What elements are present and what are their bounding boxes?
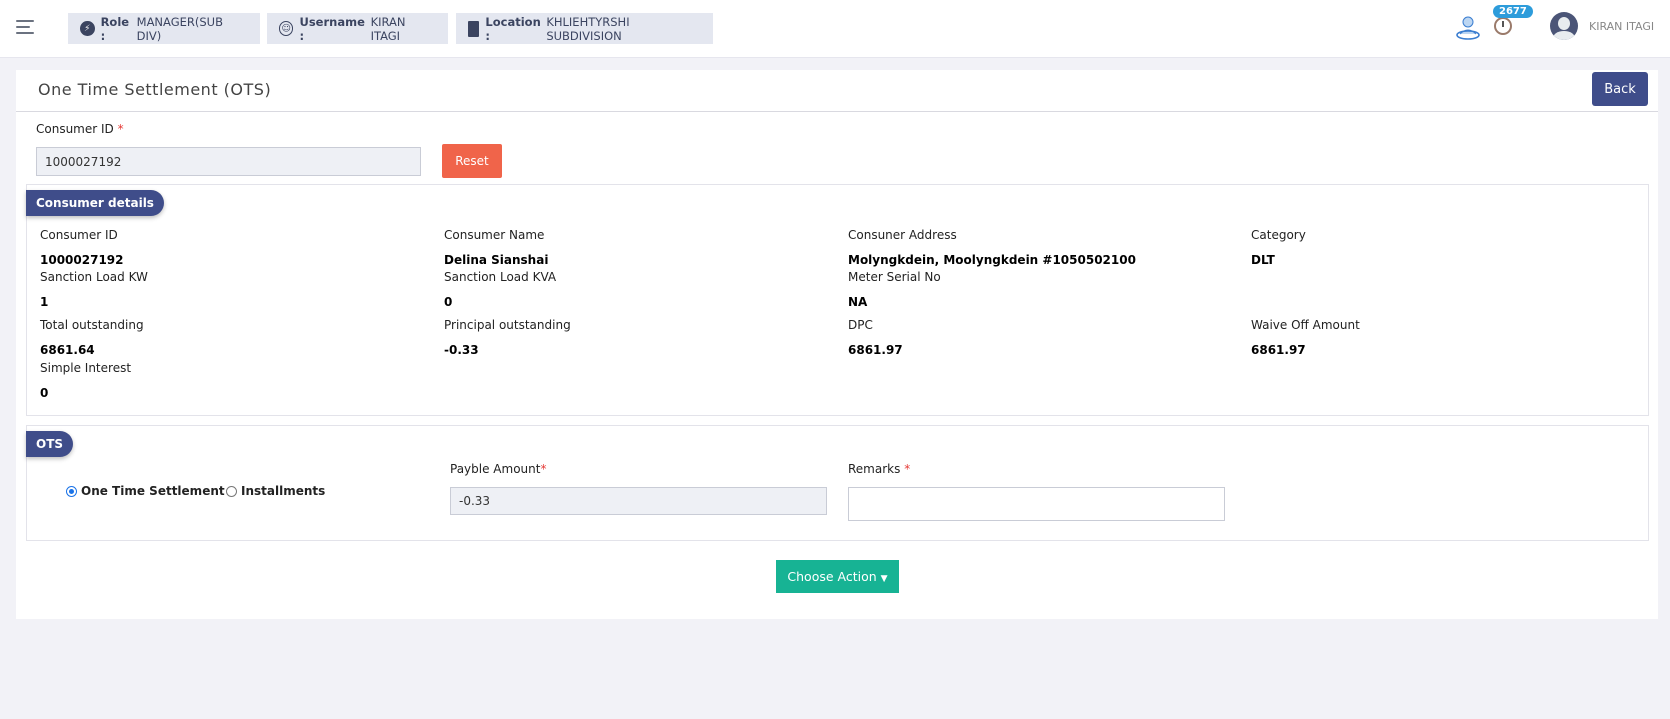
detail-value: NA	[848, 295, 868, 309]
location-value: KHLIEHTYRSHI SUBDIVISION	[546, 14, 630, 43]
username-value: KIRAN ITAGI	[370, 14, 406, 43]
bolt-icon: ⚡	[80, 21, 95, 36]
user-name[interactable]: KIRAN ITAGI	[1589, 20, 1654, 33]
caret-down-icon: ▼	[880, 574, 888, 584]
username-label: Username :	[299, 14, 365, 43]
detail-label: Principal outstanding	[444, 318, 571, 332]
detail-label: Total outstanding	[40, 318, 144, 332]
role-chip: ⚡ Role : MANAGER(SUB DIV)	[68, 13, 260, 44]
detail-value: 6861.64	[40, 343, 95, 357]
detail-label: Simple Interest	[40, 361, 132, 375]
radio-installments[interactable]: Installments	[226, 484, 325, 498]
ots-badge: OTS	[26, 431, 74, 457]
detail-value: -0.33	[444, 343, 479, 357]
detail-label: Category	[1251, 228, 1306, 242]
detail-value: 6861.97	[848, 343, 903, 357]
radio-checked-icon[interactable]	[66, 485, 77, 497]
role-label: Role :	[100, 14, 130, 43]
detail-value: 1000027192	[40, 253, 124, 267]
location-label: Location :	[485, 14, 541, 43]
detail-label: Consumer Name	[444, 228, 545, 242]
detail-label: Meter Serial No	[848, 270, 941, 284]
building-icon	[468, 20, 480, 37]
radio-one-time-settlement[interactable]: One Time Settlement	[66, 484, 225, 498]
ots-section	[26, 425, 1649, 541]
remarks-label: Remarks *	[848, 462, 911, 476]
consumer-details-section	[26, 184, 1649, 416]
detail-label: Consuner Address	[848, 228, 957, 242]
detail-value: 1	[40, 295, 49, 309]
consumer-id-input[interactable]: 1000027192	[36, 147, 421, 176]
menu-toggle-icon[interactable]	[16, 20, 36, 38]
notification-count-badge: 2677	[1493, 5, 1533, 18]
switch-user-icon[interactable]	[1454, 14, 1482, 42]
location-chip: Location : KHLIEHTYRSHI SUBDIVISION	[456, 13, 713, 44]
user-circle-icon: ☺	[279, 21, 294, 36]
detail-value: 6861.97	[1251, 343, 1306, 357]
radio-unchecked-icon[interactable]	[226, 485, 237, 497]
role-value: MANAGER(SUB DIV)	[136, 14, 223, 43]
payable-amount-input[interactable]: -0.33	[450, 487, 827, 515]
clock-icon[interactable]	[1494, 17, 1512, 35]
detail-label: Consumer ID	[40, 228, 118, 242]
avatar[interactable]	[1550, 12, 1578, 40]
reset-button[interactable]: Reset	[442, 144, 502, 178]
detail-label: Waive Off Amount	[1251, 318, 1360, 332]
detail-value: DLT	[1251, 253, 1275, 267]
top-header: ⚡ Role : MANAGER(SUB DIV) ☺ Username : KIR…	[0, 0, 1670, 58]
detail-value: Molyngkdein, Moolyngkdein #1050502100	[848, 253, 1136, 267]
consumer-details-badge: Consumer details	[26, 190, 164, 216]
remarks-input[interactable]	[848, 487, 1225, 521]
back-button[interactable]: Back	[1592, 72, 1648, 106]
choose-action-dropdown[interactable]: Choose Action ▼	[776, 560, 899, 593]
detail-value: Delina Sianshai	[444, 253, 549, 267]
detail-label: Sanction Load KVA	[444, 270, 557, 284]
divider	[16, 111, 1658, 112]
detail-value: 0	[444, 295, 453, 309]
detail-value: 0	[40, 386, 49, 400]
detail-label: DPC	[848, 318, 873, 332]
consumer-id-label: Consumer ID *	[36, 122, 124, 136]
page-title: One Time Settlement (OTS)	[38, 80, 272, 99]
username-chip: ☺ Username : KIRAN ITAGI	[267, 13, 448, 44]
payable-amount-label: Payble Amount*	[450, 462, 547, 476]
detail-label: Sanction Load KW	[40, 270, 148, 284]
